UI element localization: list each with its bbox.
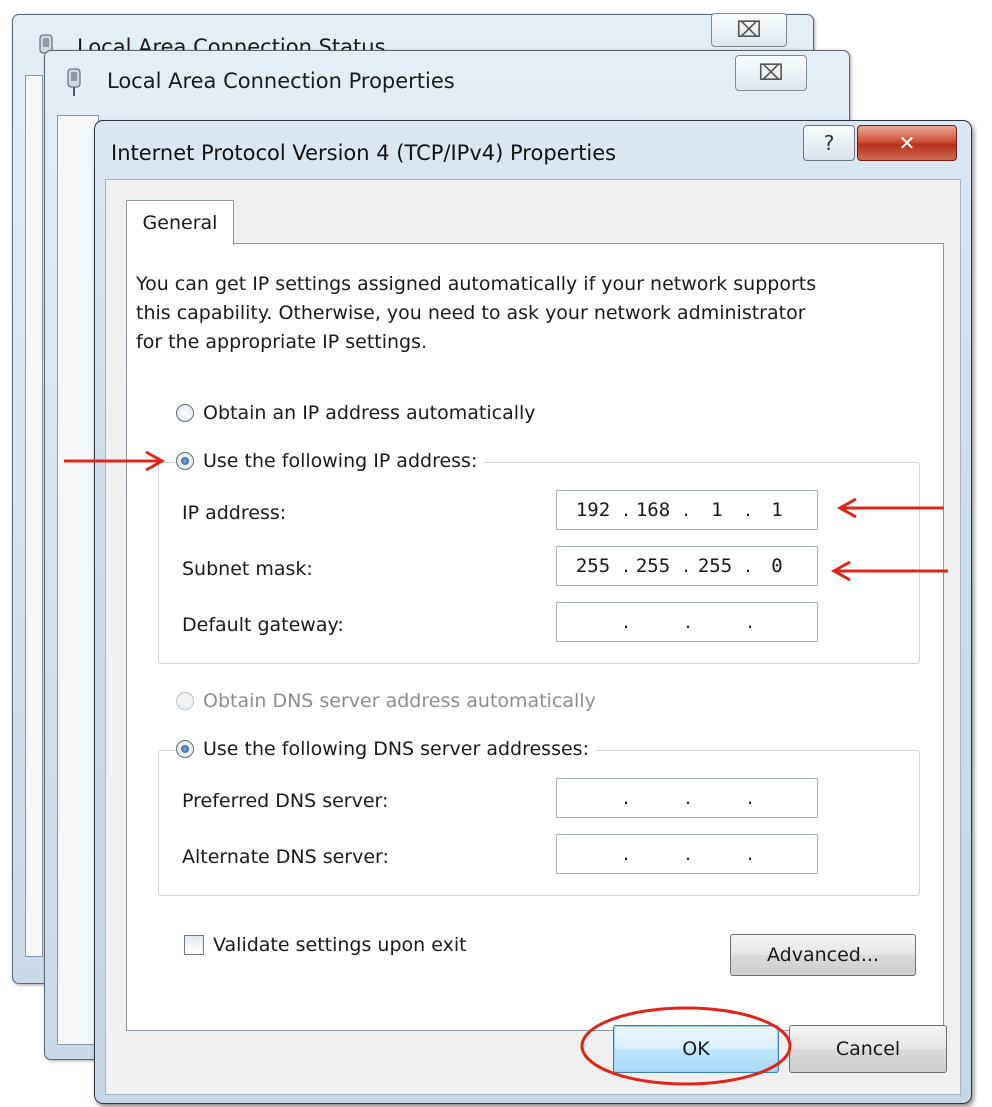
tab-general[interactable]: General	[126, 200, 234, 245]
annotation-overlay	[64, 450, 948, 1086]
arrow-to-manual-ip-radio	[64, 450, 166, 472]
arrow-to-subnet-mask	[830, 560, 948, 582]
ok-button-highlight	[580, 1006, 792, 1086]
arrow-to-ip-address	[836, 497, 944, 519]
